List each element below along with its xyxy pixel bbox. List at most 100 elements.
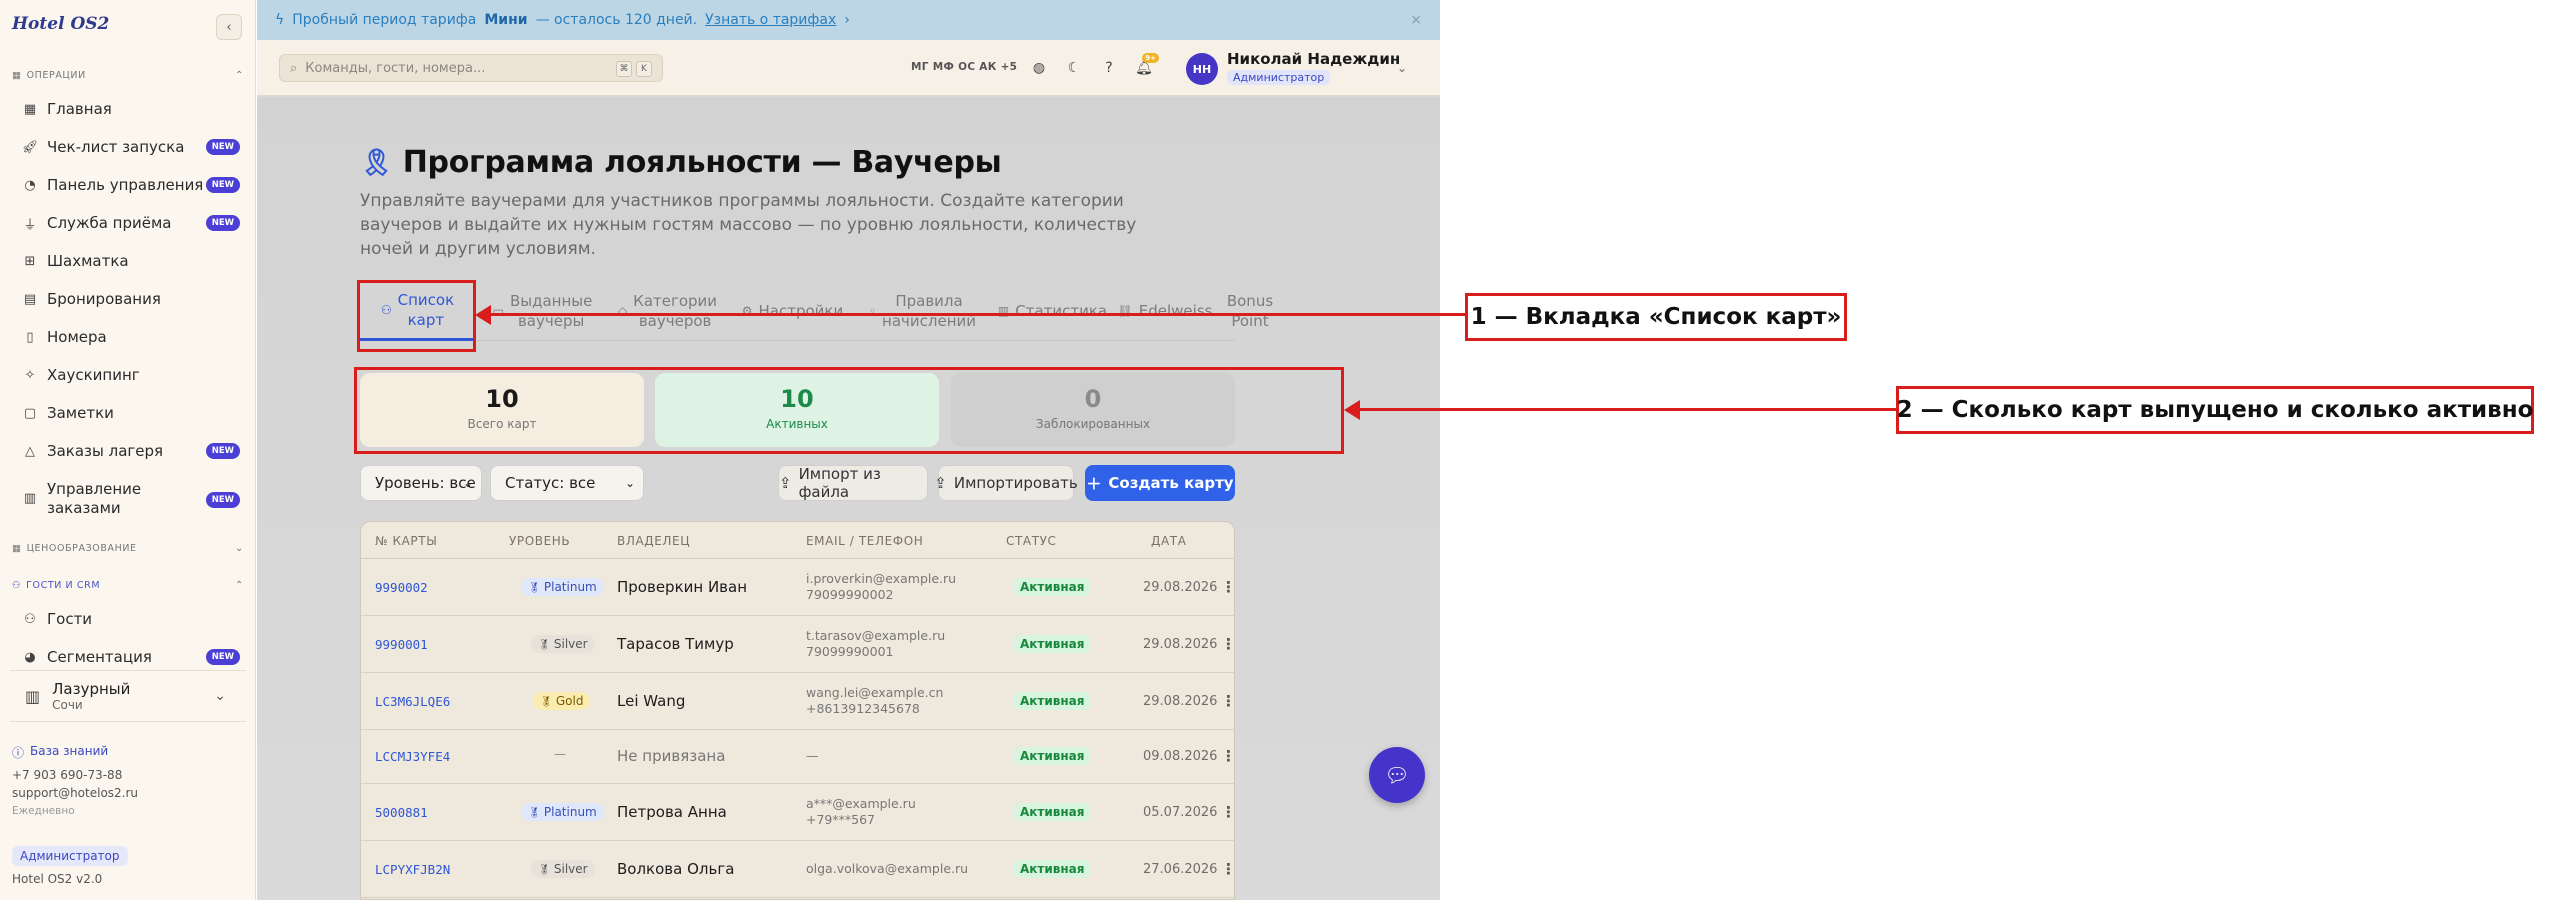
avatar[interactable]: НН: [1186, 53, 1218, 85]
more-actions-icon[interactable]: ⋮: [1221, 578, 1234, 596]
user-name[interactable]: Николай Надеждин: [1227, 50, 1400, 68]
contact-info: wang.lei@example.cn +8613912345678: [806, 685, 943, 717]
sidebar-item-front-desk[interactable]: ⏚ Служба приёма NEW: [22, 214, 244, 233]
sidebar-item-dashboard[interactable]: ◔ Панель управления NEW: [22, 176, 244, 194]
chevron-down-icon: ⌄: [462, 476, 473, 490]
sidebar-item-notes[interactable]: ▢ Заметки: [22, 404, 244, 422]
tab-bonus-point[interactable]: Bonus Point: [1215, 281, 1285, 341]
medal-icon: 🏅︎: [528, 807, 544, 819]
col-owner[interactable]: ВЛАДЕЛЕЦ: [617, 534, 690, 548]
contact-email: wang.lei@example.cn: [806, 684, 944, 700]
clipboard-icon: ▤: [23, 291, 37, 307]
col-status[interactable]: СТАТУС: [1006, 534, 1057, 548]
sidebar-item-chessboard[interactable]: ⊞ Шахматка: [22, 252, 244, 270]
sidebar-item-segmentation[interactable]: ◕ Сегментация NEW: [22, 648, 244, 666]
more-actions-icon[interactable]: ⋮: [1221, 747, 1234, 765]
ticket-icon: ▭: [492, 304, 504, 318]
help-icon[interactable]: ?: [1097, 56, 1121, 80]
tab-edelweiss[interactable]: ⛓ Edelweiss: [1115, 281, 1215, 341]
card-number-link[interactable]: 9990002: [375, 580, 428, 595]
card-number-link[interactable]: LCPYXFJB2N: [375, 862, 450, 877]
annotation-line-2: [1358, 408, 1896, 411]
hotel-city: Сочи: [52, 698, 83, 712]
card-number-link[interactable]: 9990001: [375, 637, 428, 652]
sparkle-icon: ✧: [24, 367, 36, 383]
tab-issued-vouchers[interactable]: ▭ Выданные ваучеры: [485, 281, 600, 341]
more-actions-icon[interactable]: ⋮: [1221, 860, 1234, 878]
table-row[interactable]: LCPYXFJB2N 🏅︎ Silver Волкова Ольга olga.vol…: [361, 841, 1234, 898]
chevron-down-icon[interactable]: ⌄: [1397, 61, 1407, 75]
support-email[interactable]: support@hotelos2.ru: [12, 786, 138, 800]
col-contact[interactable]: EMAIL / ТЕЛЕФОН: [806, 534, 923, 548]
more-actions-icon[interactable]: ⋮: [1221, 635, 1234, 653]
bell-icon[interactable]: 🔔︎ 9+: [1132, 53, 1159, 80]
contact-phone: 79099990002: [806, 586, 894, 602]
moon-icon[interactable]: ☾: [1062, 56, 1086, 80]
logo[interactable]: Hotel OS2: [12, 14, 109, 34]
grid-icon: ▦: [23, 101, 37, 117]
chat-button[interactable]: 💬︎: [1369, 747, 1425, 803]
owner-name[interactable]: Волкова Ольга: [617, 860, 734, 878]
card-number-link[interactable]: LCCMJ3YFE4: [375, 749, 450, 764]
grid-icon: ▦: [12, 70, 22, 81]
table-row[interactable]: 9990002 🏅︎ Platinum Проверкин Иван i.prover…: [361, 559, 1234, 616]
col-date[interactable]: ДАТА: [1151, 534, 1187, 548]
chat-icon: 💬︎: [1384, 763, 1410, 787]
import-button[interactable]: ⇪ Импортировать: [934, 465, 1078, 501]
filters-bar: Уровень: все ⌄ Статус: все ⌄ ⇪ Импорт из фа…: [360, 465, 1235, 503]
table-row[interactable]: LC3M6JLQE6 🏅︎ Gold Lei Wang wang.lei@exampl…: [361, 673, 1234, 730]
section-pricing[interactable]: ▦ ЦЕНООБРАЗОВАНИЕ ⌄: [12, 543, 244, 554]
sidebar-item-housekeeping[interactable]: ✧ Хаускипинг: [22, 366, 244, 384]
sidebar-item-order-management[interactable]: ▥ Управление заказами NEW: [22, 480, 244, 520]
online-users[interactable]: МГ МФ ОС АК +5: [911, 61, 1017, 73]
table-row[interactable]: 9990001 🏅︎ Silver Тарасов Тимур t.tarasov@e…: [361, 616, 1234, 673]
knowledge-base-link[interactable]: ⓘ База знаний: [12, 744, 108, 761]
bell-desk-icon: ⏚: [23, 217, 37, 233]
create-card-button[interactable]: ＋ Создать карту: [1085, 465, 1235, 501]
tab-voucher-categories[interactable]: ◇ Категории ваучеров: [610, 281, 725, 341]
owner-name[interactable]: Не привязана: [617, 747, 725, 765]
more-actions-icon[interactable]: ⋮: [1221, 692, 1234, 710]
upload-icon: ⇪: [779, 474, 792, 492]
hotel-switcher[interactable]: ▥ Лазурный Сочи ⌄: [10, 670, 246, 722]
pricing-link[interactable]: Узнать о тарифах: [705, 12, 836, 28]
level-filter-select[interactable]: Уровень: все ⌄: [360, 465, 482, 501]
users-icon: ⚇: [24, 611, 36, 627]
collapse-sidebar-button[interactable]: ‹: [216, 14, 242, 40]
support-phone[interactable]: +7 903 690-73-88: [12, 768, 122, 782]
trial-banner: ϟ Пробный период тарифа Мини — осталось …: [257, 0, 1440, 40]
annotation-line-1: [489, 313, 1465, 316]
owner-name[interactable]: Lei Wang: [617, 692, 685, 710]
sidebar-item-guests[interactable]: ⚇ Гости: [22, 610, 244, 628]
new-badge: NEW: [205, 443, 240, 459]
sidebar-item-rooms[interactable]: ▯ Номера: [22, 328, 244, 346]
sidebar-item-checklist[interactable]: 🚀︎ Чек-лист запуска NEW: [22, 138, 244, 156]
card-number-link[interactable]: LC3M6JLQE6: [375, 694, 450, 709]
palette-icon[interactable]: ◍: [1027, 56, 1051, 80]
col-level[interactable]: УРОВЕНЬ: [509, 534, 570, 548]
search-input[interactable]: ⌕ Команды, гости, номера... ⌘ K: [279, 54, 663, 82]
annotation-1: 1 — Вкладка «Список карт»: [1465, 293, 1847, 341]
close-banner-button[interactable]: ×: [1410, 12, 1422, 28]
sidebar-item-camp-orders[interactable]: △ Заказы лагеря NEW: [22, 442, 244, 460]
owner-name[interactable]: Петрова Анна: [617, 803, 727, 821]
card-number-link[interactable]: 5000881: [375, 805, 428, 820]
col-card-no[interactable]: № КАРТЫ: [375, 534, 437, 548]
page-content: 🎗︎ Программа лояльности — Ваучеры Управл…: [257, 97, 1440, 900]
sidebar-item-bookings[interactable]: ▤ Бронирования: [22, 290, 244, 308]
section-operations[interactable]: ▦ ОПЕРАЦИИ ⌃: [12, 70, 244, 81]
table-row[interactable]: LCCMJ3YFE4 — Не привязана — Активная 09.08.20…: [361, 730, 1234, 784]
section-guests-crm[interactable]: ⚇ ГОСТИ И CRM ⌃: [12, 580, 244, 591]
tab-statistics[interactable]: ▥ Статистика: [995, 281, 1110, 341]
sidebar-item-home[interactable]: ▦ Главная: [22, 100, 244, 118]
tab-accrual-rules[interactable]: ◦ Правила начислений: [860, 281, 985, 341]
import-file-button[interactable]: ⇪ Импорт из файла: [778, 465, 928, 501]
arrow-left-icon: [475, 305, 491, 325]
status-filter-select[interactable]: Статус: все ⌄: [490, 465, 644, 501]
owner-name[interactable]: Тарасов Тимур: [617, 635, 734, 653]
tab-settings[interactable]: ⚙ Настройки: [735, 281, 850, 341]
table-row[interactable]: 5000881 🏅︎ Platinum Петрова Анна a***@examp…: [361, 784, 1234, 841]
owner-name[interactable]: Проверкин Иван: [617, 578, 747, 596]
more-actions-icon[interactable]: ⋮: [1221, 803, 1234, 821]
contact-email: —: [806, 748, 819, 763]
